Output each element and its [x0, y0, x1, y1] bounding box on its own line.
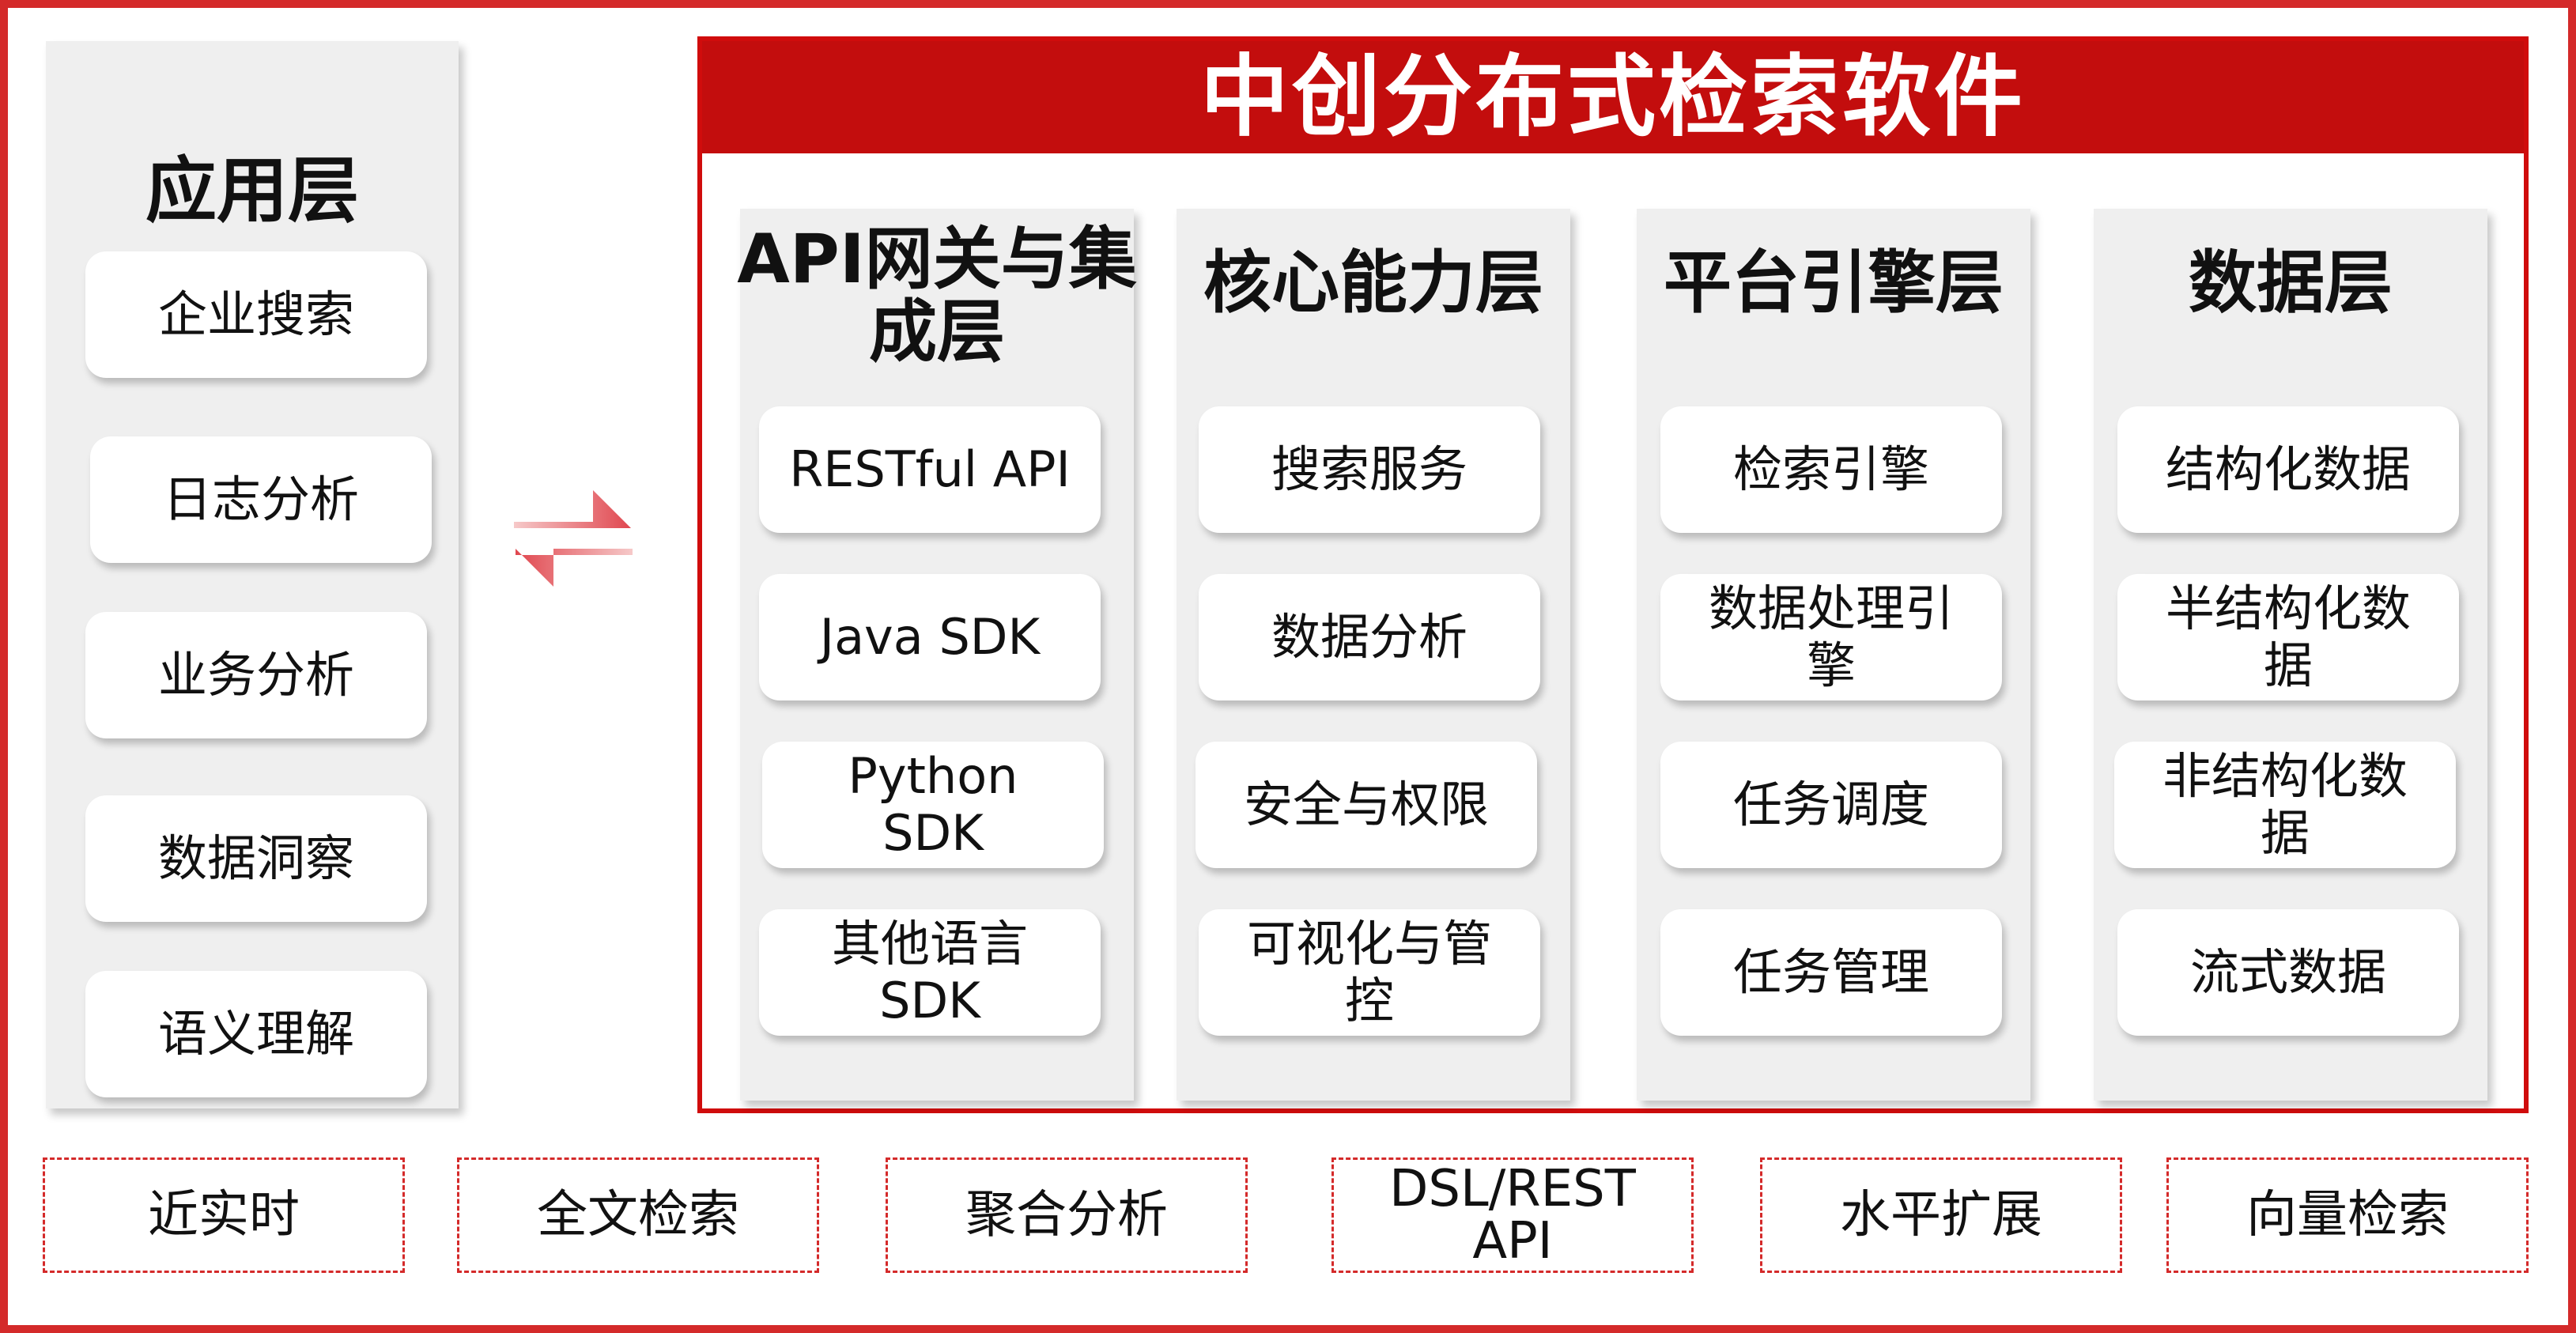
application-layer-column: 应用层 企业搜索 日志分析 业务分析 数据洞察 语义理解 [46, 41, 459, 1108]
app-item-business-analysis: 业务分析 [85, 612, 427, 738]
layer-item: 其他语言SDK [759, 909, 1101, 1036]
layer-item: 结构化数据 [2117, 406, 2459, 533]
layer-item: 检索引擎 [1660, 406, 2002, 533]
layer-title: API网关与集成层 [737, 220, 1137, 372]
feature-full-text-search: 全文检索 [457, 1157, 819, 1273]
layer-data: 数据层 结构化数据 半结构化数据 非结构化数据 流式数据 [2094, 209, 2487, 1101]
layer-title: 核心能力层 [1203, 244, 1543, 323]
layer-item: 数据分析 [1199, 574, 1540, 700]
layer-item: 半结构化数据 [2117, 574, 2459, 700]
layer-item: 安全与权限 [1195, 742, 1537, 868]
app-item-log-analysis: 日志分析 [90, 436, 432, 563]
feature-dsl-rest-api: DSL/REST API [1331, 1157, 1694, 1273]
bidirectional-arrow-icon [514, 490, 633, 587]
app-item-semantic-understanding: 语义理解 [85, 971, 427, 1097]
layer-item: 搜索服务 [1199, 406, 1540, 533]
feature-aggregation-analysis: 聚合分析 [886, 1157, 1248, 1273]
feature-vector-search: 向量检索 [2166, 1157, 2529, 1273]
layer-item: 可视化与管控 [1199, 909, 1540, 1036]
application-layer-title: 应用层 [145, 149, 359, 232]
feature-horizontal-scaling: 水平扩展 [1760, 1157, 2122, 1273]
layer-item: 任务调度 [1660, 742, 2002, 868]
layer-item: RESTful API [759, 406, 1101, 533]
layer-api-gateway: API网关与集成层 RESTful API Java SDK Python SD… [737, 209, 1137, 1101]
app-item-enterprise-search: 企业搜索 [85, 251, 427, 378]
layer-core-capability: 核心能力层 搜索服务 数据分析 安全与权限 可视化与管控 [1177, 209, 1570, 1101]
layer-item: Java SDK [759, 574, 1101, 700]
layer-platform-engine: 平台引擎层 检索引擎 数据处理引擎 任务调度 任务管理 [1637, 209, 2030, 1101]
layer-item: Python SDK [762, 742, 1104, 868]
main-panel-title: 中创分布式检索软件 [702, 41, 2524, 153]
layer-item: 流式数据 [2117, 909, 2459, 1036]
feature-near-realtime: 近实时 [43, 1157, 405, 1273]
layer-item: 非结构化数据 [2114, 742, 2456, 868]
layer-title: 数据层 [2189, 244, 2393, 323]
app-item-data-insight: 数据洞察 [85, 795, 427, 922]
main-panel: 中创分布式检索软件 API网关与集成层 RESTful API Java SDK… [697, 36, 2529, 1113]
layer-title: 平台引擎层 [1664, 244, 2004, 323]
layer-item: 数据处理引擎 [1660, 574, 2002, 700]
layer-item: 任务管理 [1660, 909, 2002, 1036]
